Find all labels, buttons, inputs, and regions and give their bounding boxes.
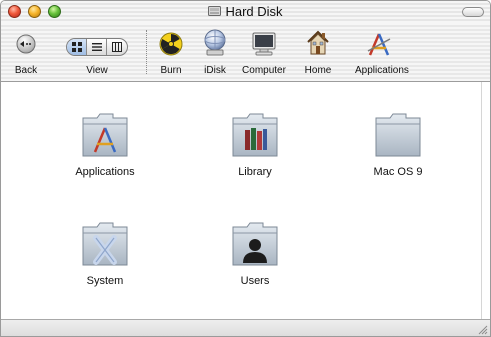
computer-button[interactable]: Computer [242,23,286,81]
applications-icon [367,33,391,56]
computer-label: Computer [242,65,286,76]
applications-label: Applications [355,65,409,76]
toolbar: Back View Burn iDisk Computer Home Appli… [1,23,490,82]
hard-disk-icon [208,6,222,16]
burn-icon [159,32,183,56]
folder-icon [375,113,421,157]
folder-item-mac-os-9[interactable]: Mac OS 9 [343,110,453,178]
burn-button[interactable]: Burn [157,23,185,81]
icon-view-area[interactable]: Applications Library Mac OS 9 System Use… [10,82,481,319]
folder-item-applications[interactable]: Applications [50,110,160,178]
window-title: Hard Disk [1,4,490,20]
folder-item-system[interactable]: System [50,219,160,287]
status-bar [1,319,490,336]
folder-item-label: Library [238,166,272,178]
computer-icon [252,32,276,56]
burn-label: Burn [160,65,182,76]
users-folder-icon [232,222,278,266]
folder-item-users[interactable]: Users [200,219,310,287]
idisk-label: iDisk [204,65,226,76]
system-folder-icon [82,222,128,266]
back-button[interactable]: Back [11,23,41,81]
applications-button[interactable]: Applications [355,23,409,81]
window-title-text: Hard Disk [225,4,283,19]
finder-window: Hard Disk Back View Burn iDisk Computer … [0,0,491,337]
toolbar-toggle-button[interactable] [462,7,484,17]
applications-folder-icon [82,113,128,157]
idisk-button[interactable]: iDisk [201,23,229,81]
home-label: Home [304,65,332,76]
scroll-divider [481,82,482,319]
idisk-icon [204,29,226,56]
home-icon [307,30,329,55]
folder-item-label: Mac OS 9 [373,166,423,178]
back-arrow-icon [16,34,36,54]
resize-grip-icon[interactable] [476,323,488,335]
title-bar[interactable]: Hard Disk [1,1,490,23]
view-label: View [86,65,108,76]
library-folder-icon [232,113,278,157]
back-label: Back [14,65,38,76]
home-button[interactable]: Home [305,23,331,81]
folder-item-library[interactable]: Library [200,110,310,178]
view-label-item: View [67,23,127,81]
folder-item-label: Applications [75,166,135,178]
folder-item-label: Users [240,275,270,287]
folder-item-label: System [86,275,124,287]
